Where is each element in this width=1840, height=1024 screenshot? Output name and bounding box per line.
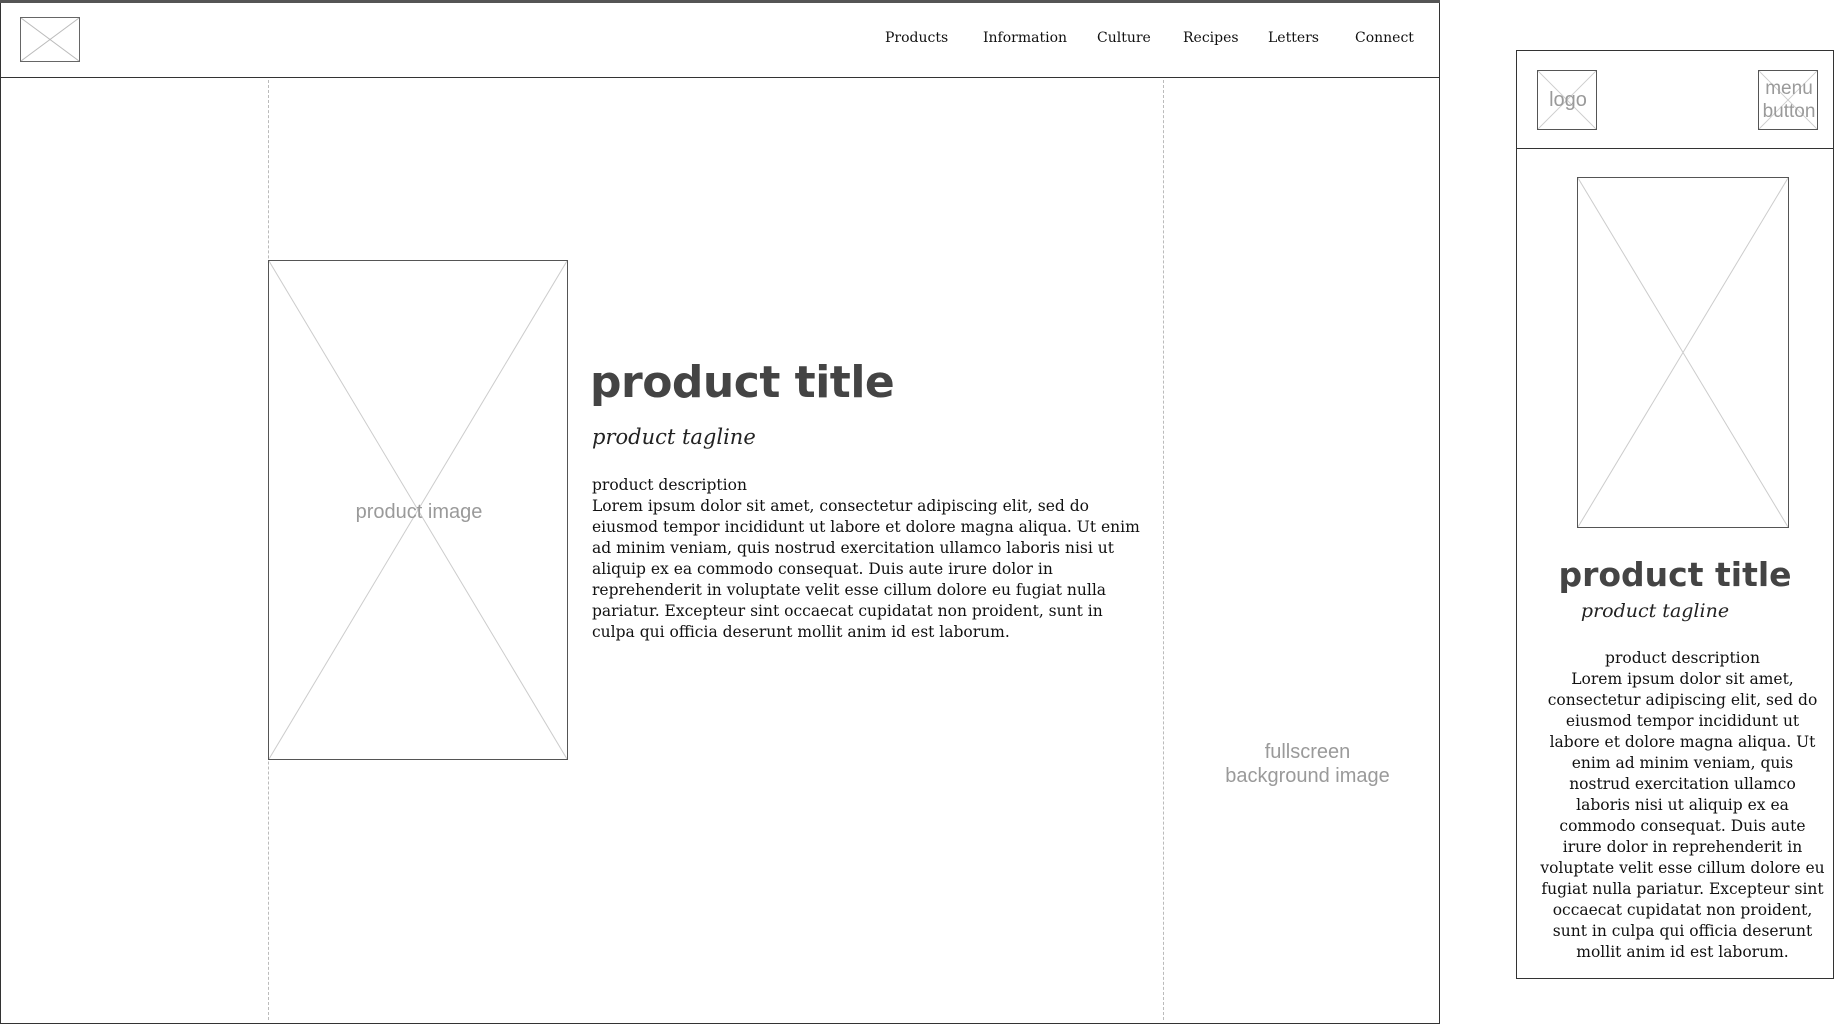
mobile-menu-label: menu button [1759,77,1819,123]
desktop-logo-placeholder[interactable] [20,17,80,62]
right-grid-guide [1163,80,1164,1020]
mobile-logo-label: logo [1549,89,1587,111]
desktop-product-title: product title [590,357,895,408]
mobile-product-tagline: product tagline [1580,600,1730,622]
placeholder-cross-icon [21,18,79,61]
nav-item-connect[interactable]: Connect [1355,30,1414,46]
nav-item-letters[interactable]: Letters [1268,30,1319,46]
description-body: Lorem ipsum dolor sit amet, consectetur … [1540,670,1825,961]
description-heading: product description [1605,649,1760,667]
nav-item-products[interactable]: Products [885,30,948,46]
desktop-product-description: product description Lorem ipsum dolor si… [592,475,1147,643]
nav-item-information[interactable]: Information [983,30,1067,46]
description-heading: product description [592,476,747,494]
nav-item-recipes[interactable]: Recipes [1183,30,1239,46]
placeholder-cross-icon [1578,178,1788,527]
mobile-product-image [1577,177,1789,528]
desktop-product-tagline: product tagline [592,425,756,449]
nav-item-culture[interactable]: Culture [1097,30,1151,46]
fullscreen-background-label: fullscreen background image [1200,740,1415,788]
background-label-line2: background image [1225,765,1390,787]
product-image-label: product image [355,501,483,523]
mobile-product-title: product title [1558,555,1792,594]
mobile-header-divider [1516,148,1834,149]
menu-label-line1: menu [1765,78,1813,99]
background-label-line1: fullscreen [1264,741,1351,763]
mobile-product-description: product description Lorem ipsum dolor si… [1540,648,1825,963]
menu-label-line2: button [1762,101,1816,122]
desktop-product-image: product image [268,260,568,760]
mobile-logo-placeholder[interactable]: logo [1537,70,1597,130]
description-body: Lorem ipsum dolor sit amet, consectetur … [592,497,1140,641]
mobile-menu-button[interactable]: menu button [1758,70,1818,130]
desktop-header: Products Information Culture Recipes Let… [0,0,1440,78]
